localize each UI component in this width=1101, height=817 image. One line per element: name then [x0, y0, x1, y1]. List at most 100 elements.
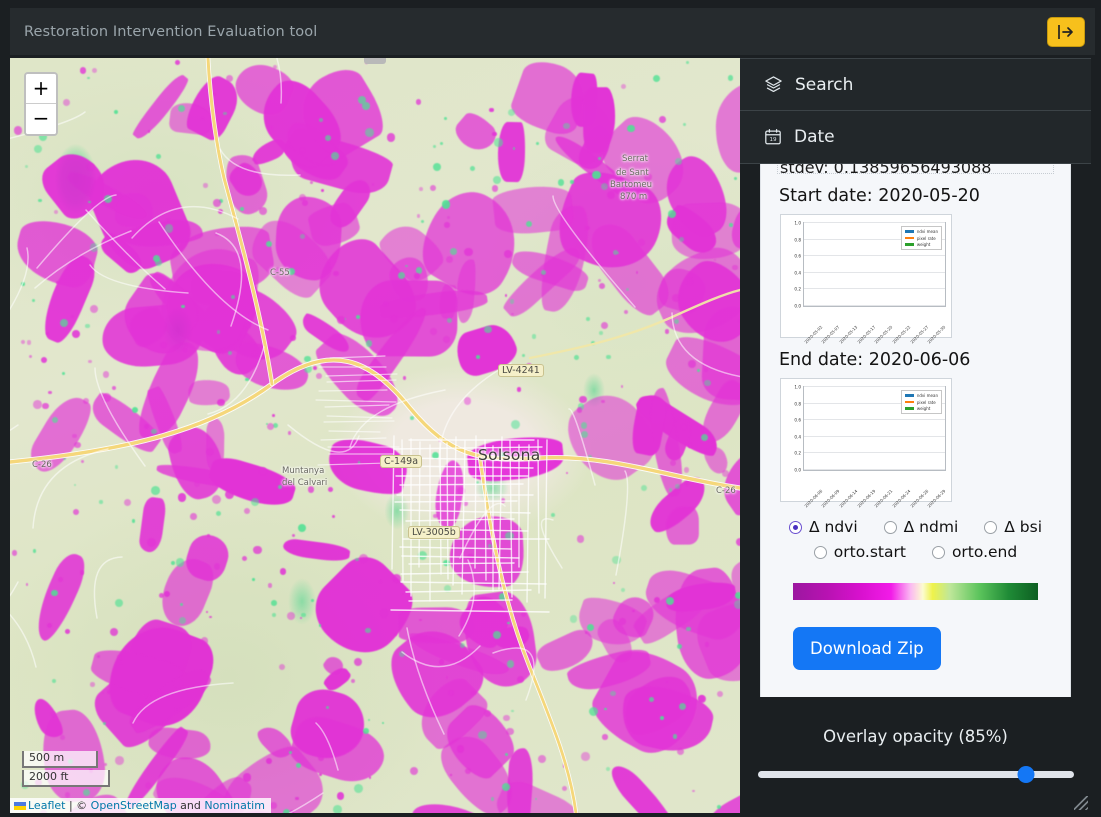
map-road: [538, 440, 539, 593]
map-road: [86, 210, 165, 289]
map-canvas[interactable]: SolsonaSerratde SantBartomeu870 mMuntany…: [10, 58, 740, 813]
map-zoom-control[interactable]: + −: [24, 72, 58, 136]
sidebar-item-date-label: Date: [794, 127, 835, 147]
map-road: [409, 600, 512, 601]
chart-y-tick-label: 1.0: [794, 221, 801, 226]
map-road: [407, 628, 444, 734]
leaflet-link[interactable]: Leaflet: [28, 799, 65, 812]
sign-in-button[interactable]: [1047, 17, 1085, 47]
radio-delta-ndmi[interactable]: Δ ndmi: [884, 518, 959, 536]
zoom-in-button[interactable]: +: [26, 74, 56, 104]
results-scroll-area[interactable]: stdev: 0.13859656493088 Start date: 2020…: [740, 164, 1091, 697]
map-road: [10, 360, 740, 488]
map-road: [326, 374, 397, 376]
map-road: [485, 440, 486, 580]
radio-delta-bsi-mark: [984, 521, 997, 534]
map-road: [462, 441, 465, 594]
chart-legend: ndvi mean pixel rateweight: [901, 226, 942, 250]
chart-x-tick-label: 2020-05-13: [838, 324, 858, 344]
layer-selector-row-1: Δ ndvi Δ ndmi Δ bsi: [777, 518, 1054, 536]
openstreetmap-link[interactable]: OpenStreetMap: [91, 799, 177, 812]
app-header: Restoration Intervention Evaluation tool: [10, 8, 1095, 55]
window-resize-grip[interactable]: [1074, 796, 1088, 810]
chart-legend-item: weight: [905, 406, 938, 411]
chart-y-tick-label: 0.0: [794, 304, 801, 309]
chart-legend-swatch: [905, 230, 914, 233]
leaflet-flag-icon: [14, 802, 26, 810]
download-zip-button[interactable]: Download Zip: [793, 627, 941, 670]
map-road: [329, 431, 380, 432]
map-road-shield: LV-3005b: [408, 526, 460, 539]
map-road: [10, 248, 28, 348]
results-card: stdev: 0.13859656493088 Start date: 2020…: [760, 164, 1071, 697]
copyright-symbol: ©: [76, 799, 91, 812]
map-road: [616, 471, 628, 575]
chart-legend-item: ndvi mean: [905, 229, 938, 234]
chart-gridline: [804, 436, 945, 437]
map-road: [409, 563, 514, 564]
chart-legend-label: ndvi mean: [917, 229, 938, 234]
radio-orto-start[interactable]: orto.start: [814, 543, 906, 561]
map-road: [510, 441, 512, 597]
scale-metric: 500 m: [22, 751, 98, 768]
overlay-opacity-slider[interactable]: [758, 766, 1074, 784]
chart-y-tick-label: 1.0: [794, 385, 801, 390]
overlay-opacity-label: Overlay opacity (85%): [823, 727, 1008, 746]
sidebar-item-date[interactable]: 19 Date: [740, 111, 1091, 164]
map-road: [553, 196, 635, 307]
map-drag-handle[interactable]: [364, 58, 386, 64]
map-road: [569, 409, 595, 485]
chart-gridline: [804, 386, 945, 387]
radio-orto-start-mark: [814, 546, 827, 559]
map-road: [545, 440, 547, 598]
chart-x-tick-label: 2020-06-24: [891, 488, 911, 508]
map-road: [319, 390, 387, 391]
end-date-chart: 0.00.20.40.60.81.02020-06-062020-06-0920…: [780, 378, 952, 502]
chart-legend-label: pixel rate: [917, 400, 936, 405]
chart-legend-label: weight: [917, 406, 931, 411]
chart-x-tick-label: 2020-05-22: [891, 324, 911, 344]
app-root: Restoration Intervention Evaluation tool…: [0, 0, 1101, 817]
overlay-opacity-thumb[interactable]: [1018, 766, 1035, 783]
map-road: [325, 405, 389, 407]
map-road: [401, 572, 528, 574]
chart-legend-swatch: [905, 394, 914, 397]
map-road: [541, 519, 562, 568]
chart-y-tick-label: 0.8: [794, 237, 801, 242]
map-road: [475, 436, 476, 568]
map-road: [10, 582, 18, 603]
start-date-label: Start date: 2020-05-20: [779, 186, 1054, 206]
chart-gridline: [804, 288, 945, 289]
map-road: [94, 557, 122, 618]
map-road: [316, 723, 338, 770]
chart-legend: ndvi meanpixel rateweight: [901, 390, 942, 414]
sidebar-item-search[interactable]: Search: [740, 58, 1091, 111]
map-road: [459, 560, 474, 636]
radio-delta-ndvi-mark: [789, 521, 802, 534]
chart-gridline: [804, 469, 945, 470]
chart-gridline: [804, 452, 945, 453]
chart-legend-item: weight: [905, 242, 938, 247]
calendar-icon: 19: [764, 128, 782, 146]
radio-delta-bsi-label: Δ bsi: [1004, 518, 1042, 536]
map-container[interactable]: SolsonaSerratde SantBartomeu870 mMuntany…: [10, 58, 740, 813]
radio-delta-ndvi[interactable]: Δ ndvi: [789, 518, 858, 536]
zoom-out-button[interactable]: −: [26, 104, 56, 134]
chart-legend-item: pixel rate: [905, 400, 938, 405]
map-road: [10, 425, 18, 449]
map-road: [403, 466, 533, 468]
map-road: [672, 313, 740, 379]
chart-gridline: [804, 222, 945, 223]
radio-orto-end[interactable]: orto.end: [932, 543, 1017, 561]
chart-legend-item: pixel rate: [905, 236, 938, 241]
radio-orto-end-label: orto.end: [952, 543, 1017, 561]
map-road: [440, 438, 441, 574]
map-road: [208, 58, 272, 384]
radio-orto-end-mark: [932, 546, 945, 559]
nominatim-link[interactable]: Nominatim: [204, 799, 265, 812]
chart-axes: 0.00.20.40.60.81.02020-05-022020-05-0720…: [803, 222, 946, 307]
map-road: [395, 501, 517, 502]
radio-delta-bsi[interactable]: Δ bsi: [984, 518, 1042, 536]
stdev-readout: stdev: 0.13859656493088: [777, 164, 1054, 174]
chart-x-tick-label: 2020-06-14: [838, 488, 858, 508]
